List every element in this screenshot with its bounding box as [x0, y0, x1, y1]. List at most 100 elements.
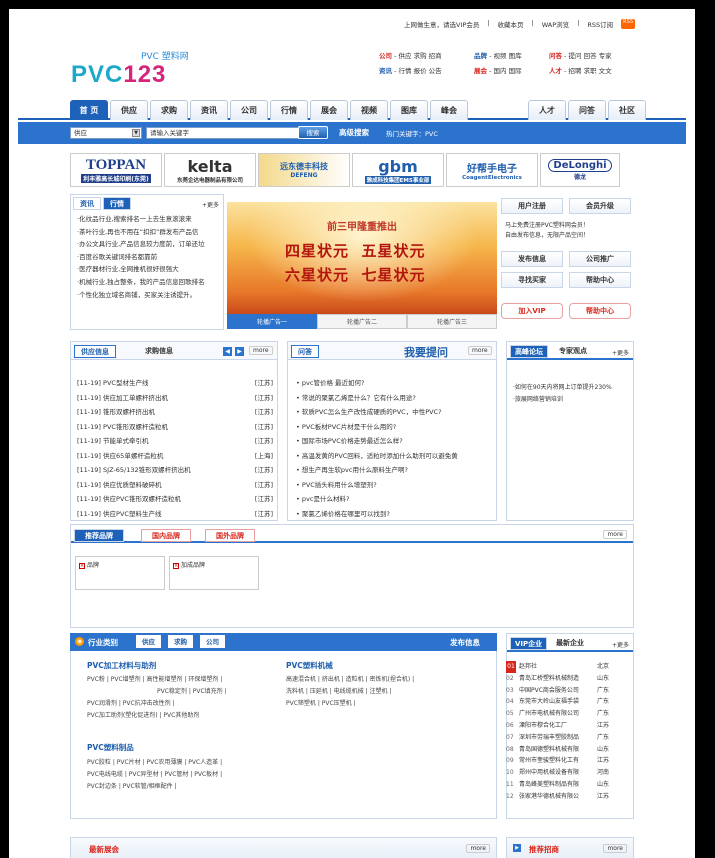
qa-item[interactable]: • 国际市场PVC价格走势最近怎么样?	[296, 434, 458, 449]
search-type-select[interactable]: 供应 ▼	[70, 127, 142, 139]
qa-item[interactable]: • pvc管价格 最近如何?	[296, 376, 458, 391]
news-more-link[interactable]: +更多	[202, 200, 219, 209]
qa-item[interactable]: • 聚氯乙烯价格在哪里可以找到?	[296, 507, 458, 522]
carousel-banner[interactable]: 前三甲隆重推出 四星状元 五星状元 六星状元 七星状元	[227, 202, 497, 314]
search-input[interactable]: 请输入关键字	[146, 127, 304, 139]
brand-card[interactable]: × 加成品牌	[169, 556, 259, 590]
next-icon[interactable]: ▶	[235, 347, 244, 356]
news-item[interactable]: ·医疗器材行业,全网推机很好很强大	[77, 263, 205, 276]
tab-supply[interactable]: 供应	[110, 100, 148, 120]
carousel-tab-1[interactable]: 轮播广告一	[227, 314, 317, 329]
join-vip-button[interactable]: 加入VIP	[501, 303, 563, 319]
chan-expert[interactable]: 专家	[599, 52, 612, 60]
cat-tab-buy[interactable]: 求购	[168, 635, 193, 648]
news-item[interactable]: ·个性化独立域名商铺，买家关注诱提升。	[77, 289, 205, 302]
tab-expo[interactable]: 展会	[310, 100, 348, 120]
promote-button[interactable]: 公司推广	[569, 251, 631, 267]
brand-logo-toppan[interactable]: TOPPAN 利丰雅高长城印刷(东莞)	[70, 153, 162, 187]
cat-link-row[interactable]: PVC稳定剂 | PVC填充剂 |	[87, 686, 227, 698]
rss-link[interactable]: RSS订阅	[587, 19, 613, 29]
chan-market[interactable]: 行情	[398, 67, 411, 75]
tab-company[interactable]: 公司	[230, 100, 268, 120]
brand-logo-defeng[interactable]: 远东德丰科技 DEFENG	[258, 153, 350, 187]
cat-link-row[interactable]: PVC筛塑机 | PVC压塑机 |	[286, 698, 414, 710]
qa-item[interactable]: • 高温发黄的PVC回料，适粒时添加什么助剂可以避免黄	[296, 449, 458, 464]
tab-talent[interactable]: 人才	[528, 100, 566, 120]
vip-more-link[interactable]: +更多	[612, 640, 629, 649]
bookmark-link[interactable]: 收藏本页	[498, 19, 524, 29]
tab-summit[interactable]: 峰会	[430, 100, 468, 120]
vip-row[interactable]: 11 青岛峰美塑料制品有限 山东	[506, 779, 609, 791]
tab-qa-panel[interactable]: 问答	[291, 345, 319, 358]
publish-button[interactable]: 发布信息	[501, 251, 563, 267]
chan-price[interactable]: 报价	[414, 67, 427, 75]
cat-link-row[interactable]: PVC润滑剂 | PVC抗冲击改性剂 |	[87, 698, 227, 710]
cat-title-materials[interactable]: PVC加工材料与助剂	[87, 660, 156, 671]
tab-expert-view[interactable]: 专家观点	[555, 345, 591, 358]
cat-link-row[interactable]: PVC封边条 | PVC软管/相框配件 |	[87, 781, 222, 793]
hot-keywords[interactable]: 热门关键字：PVC	[386, 128, 438, 138]
cat-title-machinery[interactable]: PVC塑料机械	[286, 660, 333, 671]
vip-row[interactable]: 07 深圳市劳瑞丰塑胶制品 广东	[506, 732, 609, 744]
brand-logo-coagent[interactable]: 好帮手电子 CoagentElectronics	[446, 153, 538, 187]
brand-logo-gbm[interactable]: gbm 雅成科技集团EMS事业部	[352, 153, 444, 187]
help-center-red-button[interactable]: 帮助中心	[569, 303, 631, 319]
chan-buy[interactable]: 求购	[414, 52, 427, 60]
tab-news-info[interactable]: 资讯	[73, 197, 101, 210]
supply-row[interactable]: [11-19] 节能单式牵引机 [江苏]	[77, 434, 273, 449]
qa-more-button[interactable]: more	[468, 346, 492, 355]
chan-hire[interactable]: 招聘	[568, 67, 581, 75]
cat-link-row[interactable]: PVC胶粒 | PVC片材 | PVC农用薄膜 | PVC人造革 |	[87, 757, 222, 769]
chan-video[interactable]: 视频	[493, 52, 506, 60]
chan-answer[interactable]: 回答	[584, 52, 597, 60]
brand-card[interactable]: × 品牌	[75, 556, 165, 590]
brand-logo-delonghi[interactable]: DeLonghi 德龙	[540, 153, 620, 187]
brand-logo-kelta[interactable]: kelta 东莞企达电器制品有限公司	[164, 153, 256, 187]
vip-row[interactable]: 08 青岛国德塑料机械有限 山东	[506, 744, 609, 756]
advanced-search-link[interactable]: 高级搜索	[339, 127, 369, 138]
vip-row[interactable]: 02 青岛汇桥塑料机械制造 山东	[506, 673, 609, 685]
tab-gallery[interactable]: 图库	[390, 100, 428, 120]
prev-icon[interactable]: ◀	[223, 347, 232, 356]
tab-qa[interactable]: 问答	[568, 100, 606, 120]
chan-job[interactable]: 求职	[584, 67, 597, 75]
vip-row[interactable]: 03 中国PVC商会服务公司 广东	[506, 685, 609, 697]
chan-expo[interactable]: 展会	[474, 67, 487, 75]
supply-row[interactable]: [11-19] PVC型材生产线 [江苏]	[77, 376, 273, 391]
supply-row[interactable]: [11-19] PVC锥形双螺杆造粒机 [江苏]	[77, 420, 273, 435]
cat-tab-company[interactable]: 公司	[200, 635, 225, 648]
carousel-tab-2[interactable]: 轮播广告二	[317, 314, 407, 329]
news-item[interactable]: ·机械行业,独占整条，我的产品信息回歌排名	[77, 276, 205, 289]
chan-brand[interactable]: 品牌	[474, 52, 487, 60]
brand-more-button[interactable]: more	[603, 530, 627, 539]
news-item[interactable]: ·百度谷歌关键词排名都靠前	[77, 251, 205, 264]
chan-ask[interactable]: 提问	[568, 52, 581, 60]
forum-item[interactable]: ·旅展网络营销培训	[513, 394, 612, 406]
recruit-more-button[interactable]: more	[603, 844, 627, 853]
tab-buy[interactable]: 求购	[150, 100, 188, 120]
tab-video[interactable]: 视频	[350, 100, 388, 120]
tab-recommended-brands[interactable]: 推荐品牌	[74, 529, 124, 542]
vip-row[interactable]: 01 赵邦社 北京	[506, 661, 609, 673]
chan-notice[interactable]: 公告	[429, 67, 442, 75]
latest-expo-title[interactable]: 最新展会	[89, 844, 119, 855]
expo-more-button[interactable]: more	[466, 844, 490, 853]
supply-row[interactable]: [11-19] SJZ-65/132锥形双螺杆挤出机 [江苏]	[77, 463, 273, 478]
vip-row[interactable]: 12 张家港华德机械有限公 江苏	[506, 791, 609, 803]
vip-row[interactable]: 06 溧阳市穆合化工厂 江苏	[506, 720, 609, 732]
upgrade-button[interactable]: 会员升级	[569, 198, 631, 214]
supply-row[interactable]: [11-19] 供应PVC锥形双螺杆造粒机 [江苏]	[77, 492, 273, 507]
tab-news-market[interactable]: 行情	[103, 197, 131, 210]
tab-vip-companies[interactable]: VIP企业	[510, 637, 548, 650]
news-item[interactable]: ·化纹品行业,搜索排名一上去生意滚滚来	[77, 213, 205, 226]
chan-news[interactable]: 资讯	[379, 67, 392, 75]
tab-domestic-brands[interactable]: 国内品牌	[141, 529, 191, 542]
vip-promo-link[interactable]: 上网做生意，请选VIP会员	[404, 19, 479, 29]
cat-link-row[interactable]: 洗料机 | 压延机 | 电线缆机械 | 注塑机 |	[286, 686, 414, 698]
tab-summit-forum[interactable]: 高峰论坛	[510, 345, 548, 358]
register-button[interactable]: 用户注册	[501, 198, 563, 214]
qa-item[interactable]: • pvc是什么材料?	[296, 492, 458, 507]
news-item[interactable]: ·茶叶行业,再也不用在“扣扣”群发布产品信	[77, 226, 205, 239]
recommended-recruit-title[interactable]: 推荐招商	[529, 844, 559, 855]
chan-supply[interactable]: 供应	[398, 52, 411, 60]
